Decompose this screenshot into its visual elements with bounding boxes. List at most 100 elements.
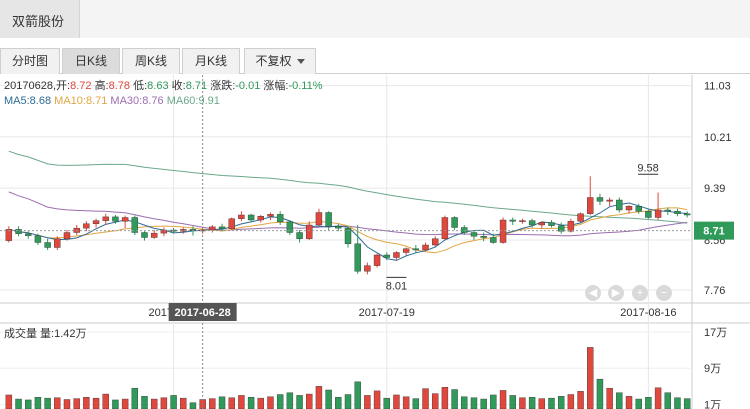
candle-body [528, 220, 536, 226]
volume-bar [402, 396, 410, 409]
volume-tick-label: 17万 [704, 327, 727, 339]
volume-bar [160, 397, 168, 409]
volume-bar [44, 397, 51, 409]
ma60-legend: MA60:9.91 [166, 95, 220, 107]
candle-body [141, 232, 148, 238]
volume-bar [635, 398, 642, 409]
candle-body [664, 209, 671, 212]
kline-chart[interactable]: 11.0310.219.398.567.7617万9万1万2017-06-220… [0, 75, 750, 409]
candle-body [325, 212, 332, 227]
volume-bar [490, 394, 497, 409]
volume-legend: 成交量 量:1.42万 [4, 328, 87, 340]
candle-body [112, 216, 119, 222]
volume-bar [645, 397, 652, 409]
candle-body [480, 236, 487, 238]
candle-body [25, 233, 32, 236]
candle-body [654, 209, 662, 218]
candle-body [538, 222, 546, 226]
price-tick-label: 10.21 [704, 132, 732, 144]
volume-bar [470, 397, 478, 409]
close-label: 收: [171, 80, 186, 92]
high-label: 高: [94, 80, 109, 92]
volume-bar [567, 394, 575, 409]
volume-bar [73, 398, 80, 409]
volume-bar [92, 397, 100, 409]
volume-bar [654, 387, 662, 409]
quote-date: 20170628 [4, 80, 53, 92]
candle-body [567, 221, 575, 232]
candle-body [354, 243, 361, 272]
volume-bar [267, 396, 274, 409]
volume-bar [112, 399, 119, 409]
change-label: 涨跌: [210, 80, 236, 92]
open-label: 开: [56, 80, 71, 92]
volume-bar [557, 396, 565, 409]
candle-body [616, 199, 623, 211]
candle-body [548, 222, 555, 226]
candle-body [238, 214, 245, 219]
candle-body [393, 252, 400, 258]
volume-bar [25, 399, 32, 409]
tab-intraday[interactable]: 分时图 [0, 48, 60, 74]
tab-monthly-k[interactable]: 月K线 [182, 48, 240, 74]
ma5-legend: MA5:8.68 [4, 95, 52, 107]
candle-body [150, 232, 158, 238]
low-annotation: 8.01 [386, 280, 407, 292]
candle-body [490, 237, 497, 243]
candle-body [587, 197, 594, 214]
volume-bar [364, 395, 371, 409]
pct-value: -0.11% [288, 80, 323, 92]
minus-icon[interactable]: − [656, 285, 672, 301]
caret-down-icon [296, 59, 305, 65]
candle-body [209, 226, 216, 231]
candle-body [63, 232, 71, 239]
change-value: -0.01 [235, 80, 261, 92]
volume-bar [664, 392, 671, 409]
tab-daily-k[interactable]: 日K线 [62, 48, 120, 74]
volume-bar [209, 398, 216, 409]
volume-bar [606, 387, 613, 409]
volume-bar [276, 394, 284, 409]
crosshair-date-label: 2017-06-28 [175, 307, 231, 319]
volume-bar [683, 398, 691, 409]
volume-bar [616, 392, 623, 409]
volume-bar [509, 395, 516, 409]
volume-bar [432, 393, 439, 409]
low-label: 低: [133, 80, 148, 92]
volume-bar [141, 396, 148, 409]
candle-body [412, 248, 420, 251]
candle-body [432, 238, 439, 246]
volume-bar [528, 397, 536, 409]
volume-bar [228, 397, 235, 409]
volume-bar [306, 393, 313, 409]
candle-body [499, 219, 507, 243]
close-value: 8.71 [185, 80, 208, 92]
volume-bar [15, 398, 22, 409]
right-arrow-icon[interactable]: ▶ [608, 285, 624, 301]
candle-body [441, 217, 449, 239]
candle-body [121, 217, 129, 222]
adjust-dropdown[interactable]: 不复权 [244, 48, 316, 74]
title-bar [80, 0, 750, 38]
candle-body [383, 254, 390, 258]
adjust-dropdown-label: 不复权 [255, 54, 292, 68]
volume-bar [257, 397, 264, 409]
volume-bar [354, 381, 361, 409]
volume-bar [286, 392, 294, 409]
volume-bar [441, 387, 449, 409]
candle-body [635, 206, 642, 212]
candle-body [92, 220, 100, 224]
quote-info: 20170628,开:8.72 高:8.78 低:8.63 收:8.71 涨跌:… [4, 80, 323, 92]
candle-body [15, 229, 22, 234]
left-arrow-icon[interactable]: ◀ [585, 285, 601, 301]
date-tick-label: 2017-08-16 [620, 307, 676, 319]
price-tick-label: 7.76 [704, 285, 725, 297]
candle-body [470, 232, 478, 237]
window-title-tab[interactable]: 双箭股份 [0, 0, 80, 38]
chart-tabs: 分时图 日K线 周K线 月K线 不复权 [0, 48, 750, 74]
plus-icon[interactable]: + [632, 285, 648, 301]
tab-weekly-k[interactable]: 周K线 [122, 48, 180, 74]
volume-bar [5, 394, 13, 409]
volume-bar [519, 397, 526, 409]
candle-body [54, 238, 61, 248]
